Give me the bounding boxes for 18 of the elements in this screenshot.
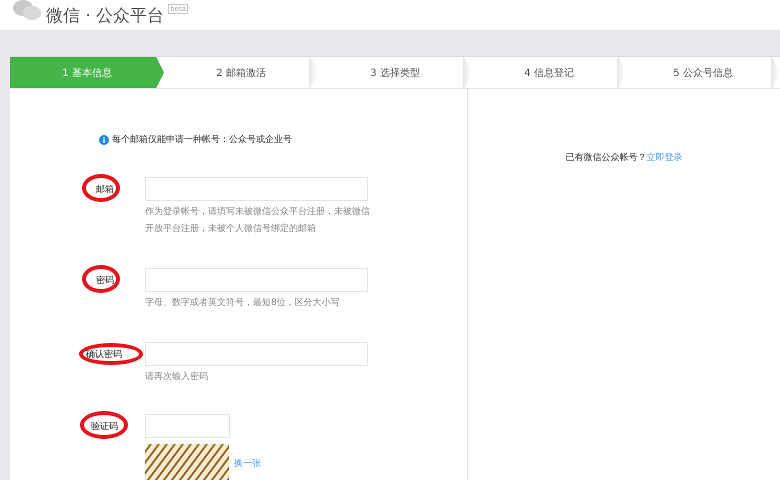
chat-bubbles-icon: [12, 0, 42, 21]
hint-text: 作为登录帐号，请填写未被微信公众平台注册，未被微信开放平台注册，未被个人微信号绑定的邮箱: [145, 206, 370, 236]
field-label: 密码: [96, 274, 114, 286]
hint-text: 请再次输入密码: [145, 370, 209, 384]
input-field[interactable]: [145, 414, 230, 438]
input-field[interactable]: [145, 268, 368, 292]
field-label: 确认密码: [86, 348, 122, 360]
hint-text: 字母、数字或者英文符号，最短8位，区分大小写: [145, 296, 341, 310]
login-prompt: 已有微信公众帐号？: [566, 152, 646, 163]
input-field[interactable]: [145, 342, 368, 366]
info-icon: [99, 134, 109, 144]
site-title: 微信 · 公众平台: [46, 4, 164, 26]
login-link[interactable]: 立即登录: [646, 151, 682, 163]
field-label: 邮箱: [96, 184, 114, 196]
notice-text: 每个邮箱仅能申请一种帐号：公众号或企业号: [112, 134, 292, 146]
input-field[interactable]: [145, 177, 368, 201]
refresh-link[interactable]: 换一张: [234, 456, 261, 470]
field-label: 验证码: [91, 420, 118, 432]
